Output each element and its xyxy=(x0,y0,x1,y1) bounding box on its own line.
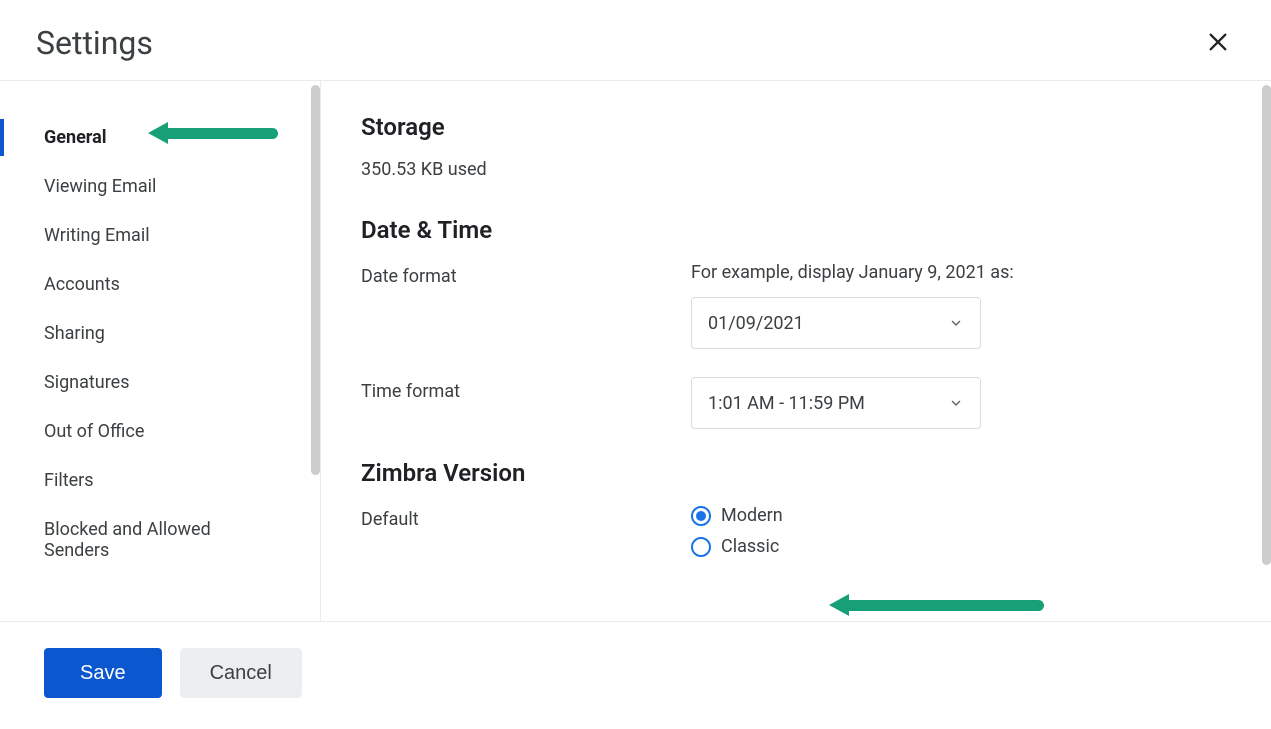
sidebar-item-blocked-allowed-senders[interactable]: Blocked and Allowed Senders xyxy=(0,505,320,575)
sidebar-item-label: Viewing Email xyxy=(44,176,156,197)
date-format-helper: For example, display January 9, 2021 as: xyxy=(691,262,1231,283)
sidebar-item-label: Signatures xyxy=(44,372,129,393)
storage-heading: Storage xyxy=(361,113,1231,141)
page-title: Settings xyxy=(36,24,153,62)
radio-label: Modern xyxy=(721,505,783,526)
sidebar-item-label: Blocked and Allowed Senders xyxy=(44,519,211,561)
settings-sidebar: General Viewing Email Writing Email Acco… xyxy=(0,81,320,621)
settings-content: Storage 350.53 KB used Date & Time Date … xyxy=(320,81,1271,621)
chevron-down-icon xyxy=(948,315,964,331)
sidebar-item-sharing[interactable]: Sharing xyxy=(0,309,320,358)
date-format-value: 01/09/2021 xyxy=(708,313,804,334)
sidebar-item-label: General xyxy=(44,127,107,148)
datetime-heading: Date & Time xyxy=(361,216,1231,244)
radio-icon xyxy=(691,537,711,557)
close-button[interactable] xyxy=(1201,25,1235,62)
sidebar-item-label: Out of Office xyxy=(44,421,144,442)
time-format-select[interactable]: 1:01 AM - 11:59 PM xyxy=(691,377,981,429)
chevron-down-icon xyxy=(948,395,964,411)
sidebar-item-label: Filters xyxy=(44,470,94,491)
close-icon xyxy=(1207,31,1229,56)
date-format-label: Date format xyxy=(361,262,691,287)
date-format-row: Date format For example, display January… xyxy=(361,262,1231,349)
storage-used-text: 350.53 KB used xyxy=(361,159,1231,180)
time-format-value: 1:01 AM - 11:59 PM xyxy=(708,393,865,414)
sidebar-item-signatures[interactable]: Signatures xyxy=(0,358,320,407)
sidebar-item-general[interactable]: General xyxy=(0,113,320,162)
sidebar-item-writing-email[interactable]: Writing Email xyxy=(0,211,320,260)
version-row: Default Modern Classic xyxy=(361,505,1231,567)
sidebar-item-filters[interactable]: Filters xyxy=(0,456,320,505)
cancel-button[interactable]: Cancel xyxy=(180,648,302,698)
version-label: Default xyxy=(361,505,691,530)
time-format-row: Time format 1:01 AM - 11:59 PM xyxy=(361,377,1231,429)
time-format-label: Time format xyxy=(361,377,691,402)
sidebar-item-label: Writing Email xyxy=(44,225,150,246)
sidebar-item-label: Sharing xyxy=(44,323,105,344)
radio-label: Classic xyxy=(721,536,779,557)
settings-footer: Save Cancel xyxy=(0,621,1271,724)
version-heading: Zimbra Version xyxy=(361,459,1231,487)
settings-header: Settings xyxy=(0,0,1271,81)
save-button[interactable]: Save xyxy=(44,648,162,698)
sidebar-item-out-of-office[interactable]: Out of Office xyxy=(0,407,320,456)
sidebar-item-label: Accounts xyxy=(44,274,120,295)
date-format-select[interactable]: 01/09/2021 xyxy=(691,297,981,349)
annotation-arrow xyxy=(829,594,1044,616)
radio-modern[interactable]: Modern xyxy=(691,505,1231,526)
settings-body: General Viewing Email Writing Email Acco… xyxy=(0,81,1271,621)
sidebar-item-viewing-email[interactable]: Viewing Email xyxy=(0,162,320,211)
sidebar-item-accounts[interactable]: Accounts xyxy=(0,260,320,309)
radio-icon xyxy=(691,506,711,526)
radio-classic[interactable]: Classic xyxy=(691,536,1231,557)
